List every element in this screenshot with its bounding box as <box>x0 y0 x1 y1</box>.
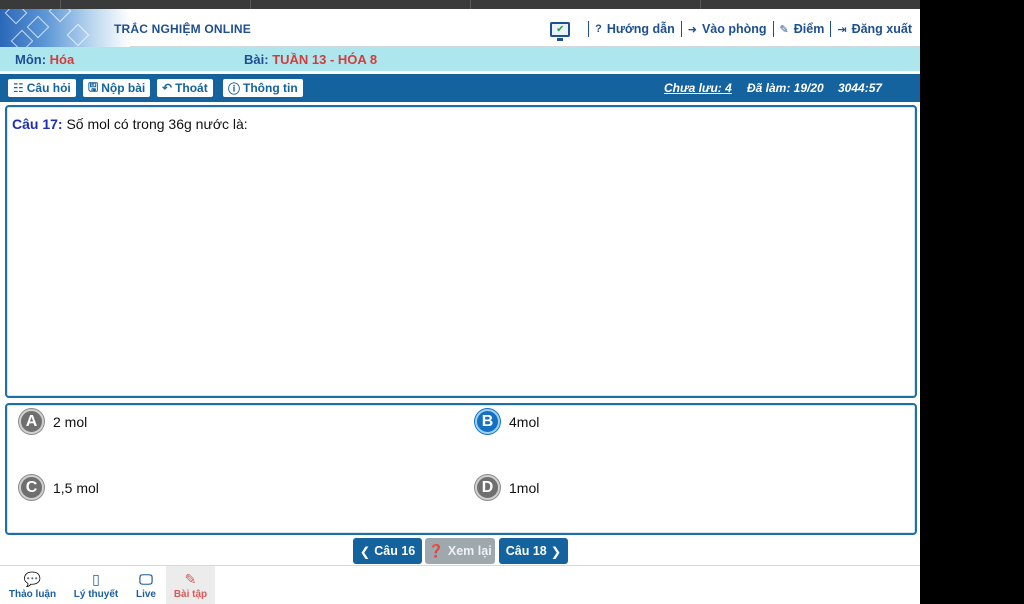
submit-button-label: Nộp bài <box>101 81 146 95</box>
lesson-label: Bài: <box>244 52 269 67</box>
review-label: Xem lại <box>447 544 492 558</box>
tab-ly-thuyet[interactable]: ▯ Lý thuyết <box>66 566 126 604</box>
answer-option-a[interactable]: A 2 mol <box>19 409 87 434</box>
browser-tab[interactable] <box>60 0 140 9</box>
browser-tab[interactable] <box>700 0 810 9</box>
site-title: TRẮC NGHIỆM ONLINE <box>114 22 251 36</box>
subject-value: Hóa <box>49 52 75 67</box>
question-number: Câu 17: <box>12 116 63 132</box>
option-letter-a: A <box>19 409 44 434</box>
tab-ly-thuyet-label: Lý thuyết <box>73 588 119 600</box>
nav-diem-label: Điểm <box>793 22 825 36</box>
exit-button[interactable]: ↶ Thoát <box>157 79 213 97</box>
option-letter-d: D <box>475 475 500 500</box>
tab-bai-tap[interactable]: ✎ Bài tập <box>166 566 215 604</box>
answer-option-d[interactable]: D 1mol <box>475 475 539 500</box>
nav-huong-dan[interactable]: ? Hướng dẫn <box>595 22 675 36</box>
next-question-button[interactable]: Câu 18 ❯ <box>499 538 568 564</box>
prev-question-label: Câu 16 <box>374 544 416 558</box>
question-icon: ? <box>595 23 602 35</box>
chevron-left-icon: ❮ <box>359 544 371 559</box>
monitor-icon: 🖵 <box>139 570 153 587</box>
nav-divider <box>588 21 590 37</box>
questions-button-label: Câu hỏi <box>26 81 71 95</box>
info-icon: ⓘ <box>228 81 241 96</box>
option-text-d: 1mol <box>509 479 540 496</box>
answers-panel: A 2 mol B 4mol C 1,5 mol D 1mol <box>5 403 917 535</box>
question-circle-icon: ❓ <box>428 543 444 558</box>
question-text: Câu 17: Số mol có trong 36g nước là: <box>12 116 248 132</box>
unsaved-count[interactable]: Chưa lưu: 4 <box>664 81 732 95</box>
exit-button-label: Thoát <box>175 81 208 95</box>
exam-toolbar: ☷ Câu hỏi 🖫 Nộp bài ↶ Thoát ⓘ Thông tin … <box>0 74 920 102</box>
subject-info: Môn: Hóa <box>15 52 74 67</box>
top-navigation: ✔ ? Hướng dẫn ➜ Vào phòng ✎ Điểm ⇥ Đăng … <box>550 19 912 41</box>
save-icon: 🖫 <box>88 79 99 94</box>
tab-live-label: Live <box>135 588 156 600</box>
question-panel: Câu 17: Số mol có trong 36g nước là: <box>5 105 917 398</box>
edit-icon: ✎ <box>184 570 197 587</box>
nav-vao-phong-label: Vào phòng <box>701 22 767 36</box>
tab-thao-luan[interactable]: 💬 Thảo luận <box>3 566 62 604</box>
grid-icon: ☷ <box>13 81 24 95</box>
comments-icon: 💬 <box>23 570 42 587</box>
prev-question-button[interactable]: ❮ Câu 16 <box>353 538 422 564</box>
sign-out-icon: ⇥ <box>837 23 847 36</box>
chevron-right-icon: ❯ <box>550 544 562 559</box>
subject-label: Môn: <box>15 52 47 67</box>
nav-huong-dan-label: Hướng dẫn <box>606 22 675 36</box>
reply-icon: ↶ <box>162 81 173 95</box>
submit-button[interactable]: 🖫 Nộp bài <box>83 79 151 97</box>
option-text-a: 2 mol <box>53 413 88 430</box>
option-letter-c: C <box>19 475 44 500</box>
option-text-c: 1,5 mol <box>53 479 99 496</box>
nav-divider <box>772 21 774 37</box>
questions-button[interactable]: ☷ Câu hỏi <box>8 79 76 97</box>
info-button-label: Thông tin <box>243 81 298 95</box>
answered-count: Đã làm: 19/20 <box>747 81 824 95</box>
tab-thao-luan-label: Thảo luận <box>8 588 57 600</box>
monitor-check-icon[interactable]: ✔ <box>550 21 571 41</box>
answer-option-b[interactable]: B 4mol <box>475 409 539 434</box>
tab-live[interactable]: 🖵 Live <box>129 566 163 604</box>
option-text-b: 4mol <box>509 413 540 430</box>
countdown-timer: 3044:57 <box>838 81 883 95</box>
browser-tab[interactable] <box>470 0 580 9</box>
review-button[interactable]: ❓ Xem lại <box>425 538 495 564</box>
lesson-info: Bài: TUẦN 13 - HÓA 8 <box>244 52 377 67</box>
sign-in-icon: ➜ <box>687 23 697 36</box>
nav-divider <box>830 21 832 37</box>
app-window: TRẮC NGHIỆM ONLINE ✔ ? Hướng dẫn ➜ Vào p… <box>0 0 920 604</box>
nav-dang-xuat-label: Đăng xuất <box>851 22 912 36</box>
tab-bai-tap-label: Bài tập <box>173 588 208 600</box>
site-header: TRẮC NGHIỆM ONLINE ✔ ? Hướng dẫn ➜ Vào p… <box>0 9 920 47</box>
nav-divider <box>680 21 682 37</box>
bottom-tab-bar: 💬 Thảo luận ▯ Lý thuyết 🖵 Live ✎ Bài tập <box>0 565 920 604</box>
question-body: Số mol có trong 36g nước là: <box>66 116 248 132</box>
nav-dang-xuat[interactable]: ⇥ Đăng xuất <box>837 22 912 36</box>
next-question-label: Câu 18 <box>505 544 547 558</box>
browser-tab[interactable] <box>250 0 350 9</box>
logo-graphic <box>0 9 130 47</box>
lesson-value: TUẦN 13 - HÓA 8 <box>272 52 378 67</box>
nav-diem[interactable]: ✎ Điểm <box>780 22 825 36</box>
answer-option-c[interactable]: C 1,5 mol <box>19 475 99 500</box>
edit-icon: ✎ <box>779 23 789 36</box>
tablet-icon: ▯ <box>92 570 100 587</box>
browser-tab-strip <box>0 0 920 9</box>
nav-vao-phong[interactable]: ➜ Vào phòng <box>688 22 767 36</box>
info-button[interactable]: ⓘ Thông tin <box>223 79 303 97</box>
subject-bar: Môn: Hóa Bài: TUẦN 13 - HÓA 8 <box>0 47 920 71</box>
option-letter-b: B <box>475 409 500 434</box>
black-margin <box>920 0 1024 604</box>
